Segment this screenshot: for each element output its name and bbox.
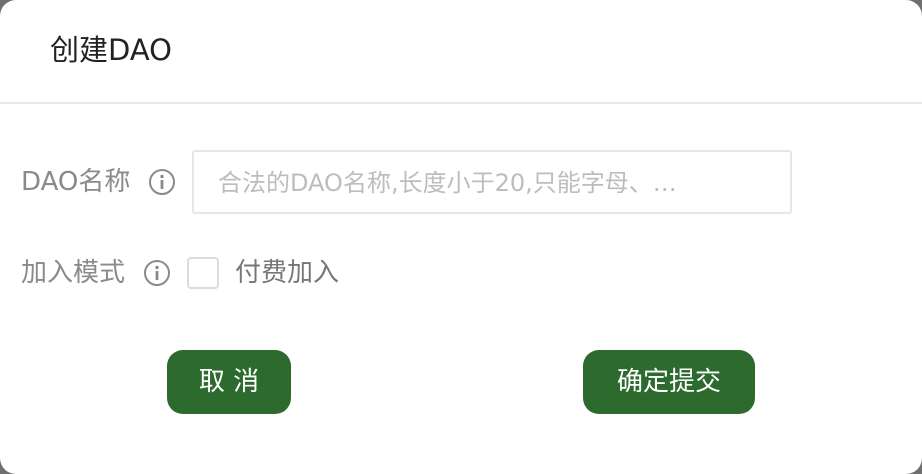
dialog-header: 创建DAO — [0, 0, 922, 104]
submit-button[interactable]: 确定提交 — [583, 350, 755, 414]
cancel-button[interactable]: 取 消 — [167, 350, 291, 414]
info-icon[interactable] — [148, 168, 176, 196]
dao-name-label: DAO名称 — [21, 167, 131, 197]
dao-name-input-wrapper — [192, 150, 792, 214]
info-icon[interactable] — [143, 259, 171, 287]
paid-join-checkbox[interactable] — [187, 257, 219, 289]
paid-join-label[interactable]: 付费加入 — [235, 255, 339, 291]
dialog-title: 创建DAO — [50, 33, 172, 67]
create-dao-dialog: 创建DAO DAO名称 加入模式 付费加入 取 消 确定提交 — [0, 0, 922, 474]
dao-name-input[interactable] — [216, 152, 780, 214]
join-mode-label: 加入模式 — [21, 258, 126, 288]
